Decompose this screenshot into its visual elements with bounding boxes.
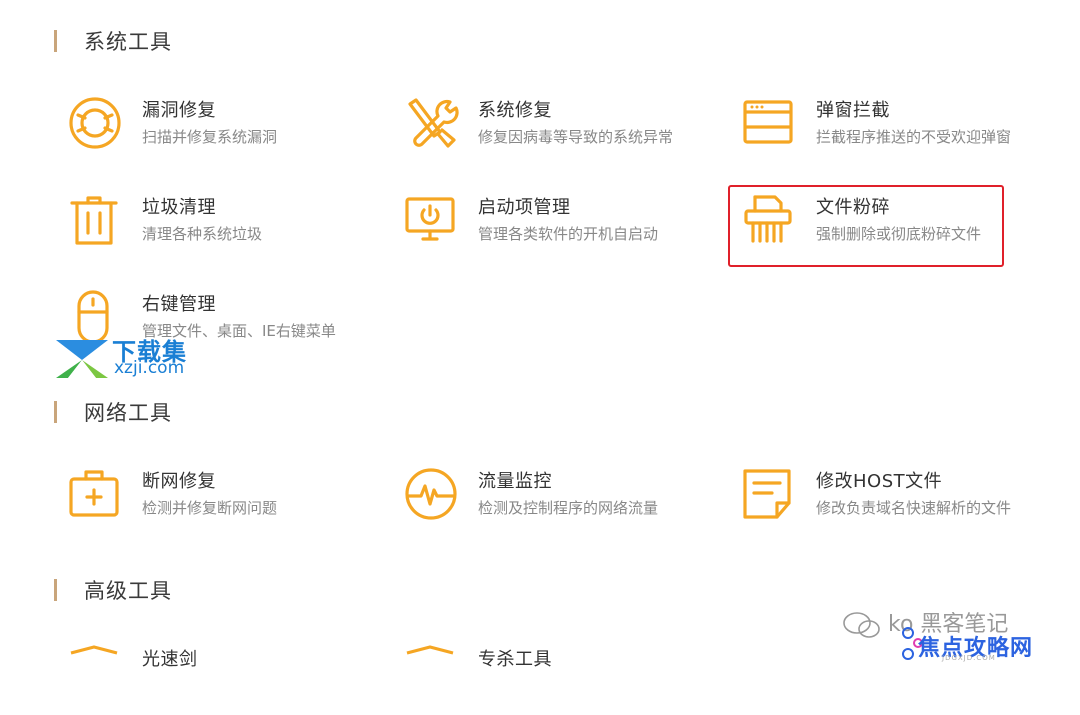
tool-desc: 检测并修复断网问题 bbox=[142, 499, 278, 517]
shield-icon bbox=[68, 645, 124, 701]
tool-desc: 修改负责域名快速解析的文件 bbox=[816, 499, 1012, 517]
section-title: 网络工具 bbox=[84, 401, 172, 425]
monitor-power-icon bbox=[404, 193, 460, 249]
tool-desc: 强制删除或彻底粉碎文件 bbox=[816, 225, 982, 243]
tools-icon bbox=[404, 96, 460, 152]
watermark-site-sub: JDGXJD.COM bbox=[942, 654, 996, 662]
tool-name: 垃圾清理 bbox=[142, 197, 216, 218]
tool-network-repair[interactable]: 断网修复 检测并修复断网问题 bbox=[68, 467, 388, 537]
section-header-system-tools: 系统工具 bbox=[54, 28, 172, 54]
tool-junk-clean[interactable]: 垃圾清理 清理各种系统垃圾 bbox=[68, 193, 388, 263]
tool-desc: 修复因病毒等导致的系统异常 bbox=[478, 128, 674, 146]
tool-startup-manage[interactable]: 启动项管理 管理各类软件的开机自启动 bbox=[404, 193, 724, 263]
tool-desc: 扫描并修复系统漏洞 bbox=[142, 128, 278, 146]
site-watermark: ko 黑客笔记 焦点攻略网 JDGXJD.COM bbox=[838, 604, 1068, 668]
tool-name: 修改HOST文件 bbox=[816, 471, 943, 492]
tool-name: 文件粉碎 bbox=[816, 197, 890, 218]
lifebuoy-icon bbox=[68, 96, 124, 152]
tool-name: 右键管理 bbox=[142, 294, 216, 315]
tool-name: 弹窗拦截 bbox=[816, 100, 890, 121]
tool-special-kill[interactable]: 专杀工具 bbox=[404, 645, 724, 715]
section-accent-bar bbox=[54, 401, 57, 423]
window-block-icon bbox=[742, 96, 798, 152]
pulse-gauge-icon bbox=[404, 467, 460, 523]
watermark-domain: xzji.com bbox=[114, 358, 185, 378]
tool-name: 漏洞修复 bbox=[142, 100, 216, 121]
tool-name: 光速剑 bbox=[142, 649, 198, 670]
tool-name: 专杀工具 bbox=[478, 649, 552, 670]
document-edit-icon bbox=[742, 467, 798, 523]
xzji-watermark: 下载集 xzji.com bbox=[54, 330, 214, 390]
xzji-logo-icon bbox=[56, 340, 108, 378]
tool-name: 启动项管理 bbox=[478, 197, 571, 218]
first-aid-kit-icon bbox=[68, 467, 124, 523]
tool-name: 流量监控 bbox=[478, 471, 552, 492]
section-accent-bar bbox=[54, 579, 57, 601]
section-accent-bar bbox=[54, 30, 57, 52]
wechat-icon bbox=[843, 612, 880, 638]
tool-vuln-repair[interactable]: 漏洞修复 扫描并修复系统漏洞 bbox=[68, 96, 388, 166]
tool-file-shredder[interactable]: 文件粉碎 强制删除或彻底粉碎文件 bbox=[742, 193, 1062, 263]
section-header-network-tools: 网络工具 bbox=[54, 399, 172, 425]
tool-name: 断网修复 bbox=[142, 471, 216, 492]
tool-desc: 检测及控制程序的网络流量 bbox=[478, 499, 659, 517]
tool-traffic-monitor[interactable]: 流量监控 检测及控制程序的网络流量 bbox=[404, 467, 724, 537]
section-header-advanced-tools: 高级工具 bbox=[54, 577, 172, 603]
tool-desc: 清理各种系统垃圾 bbox=[142, 225, 263, 243]
trash-icon bbox=[68, 193, 124, 249]
tool-popup-block[interactable]: 弹窗拦截 拦截程序推送的不受欢迎弹窗 bbox=[742, 96, 1062, 166]
section-title: 系统工具 bbox=[84, 30, 172, 54]
tool-light-sword[interactable]: 光速剑 bbox=[68, 645, 388, 715]
tool-edit-host[interactable]: 修改HOST文件 修改负责域名快速解析的文件 bbox=[742, 467, 1062, 537]
shield-icon bbox=[404, 645, 460, 701]
tool-desc: 管理各类软件的开机自启动 bbox=[478, 225, 659, 243]
tool-name: 系统修复 bbox=[478, 100, 552, 121]
tool-system-repair[interactable]: 系统修复 修复因病毒等导致的系统异常 bbox=[404, 96, 724, 166]
shredder-icon bbox=[742, 193, 798, 249]
section-title: 高级工具 bbox=[84, 579, 172, 603]
tool-desc: 拦截程序推送的不受欢迎弹窗 bbox=[816, 128, 1012, 146]
